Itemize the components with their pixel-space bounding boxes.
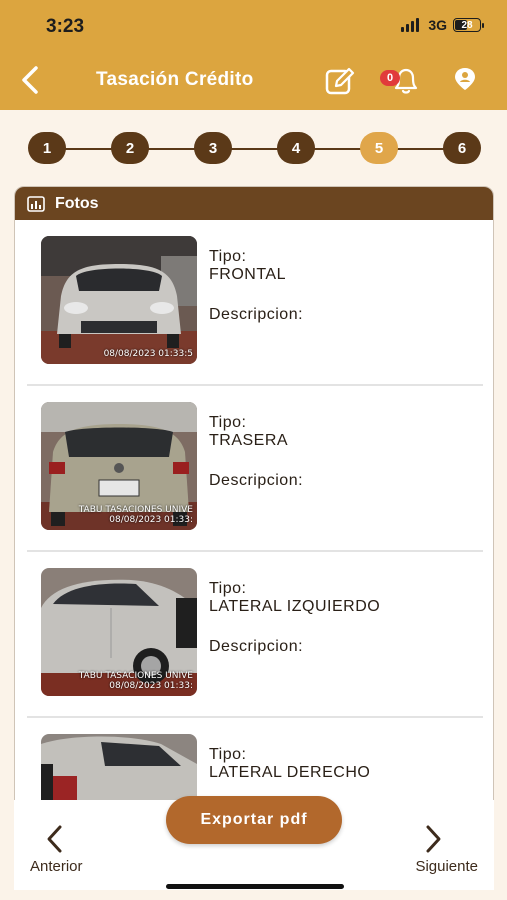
photo-watermark: TABU TASACIONES UNIVE (78, 505, 193, 516)
user-pin-icon (455, 68, 475, 90)
step-5-active[interactable]: 5 (360, 132, 398, 164)
battery-level: 28 (461, 19, 473, 31)
tipo-value: LATERAL IZQUIERDO (209, 598, 381, 615)
edit-button[interactable] (324, 66, 356, 96)
progress-stepper: 1 2 3 4 5 6 (28, 132, 482, 166)
tipo-label: Tipo: (209, 414, 247, 431)
step-1[interactable]: 1 (28, 132, 66, 164)
section-title: Fotos (55, 194, 99, 212)
photo-thumbnail-left[interactable]: TABU TASACIONES UNIVE 08/08/2023 01:33: (41, 568, 197, 696)
photo-item[interactable]: 08/08/2023 01:33:5 Tipo: FRONTAL Descrip… (27, 220, 483, 386)
chart-icon (27, 195, 45, 212)
tipo-value: TRASERA (209, 432, 289, 449)
status-bar: 3:23 3G 28 (0, 0, 507, 52)
home-indicator (166, 884, 344, 889)
photo-item[interactable]: TABU TASACIONES UNIVE 08/08/2023 01:33: T… (27, 552, 483, 718)
descripcion-label: Descripcion: (209, 472, 304, 489)
notification-badge: 0 (380, 70, 400, 86)
export-pdf-button[interactable]: Exportar pdf (166, 796, 342, 844)
app-header: 3:23 3G 28 Tasación Crédito 0 (0, 0, 507, 110)
step-6[interactable]: 6 (443, 132, 481, 164)
step-4[interactable]: 4 (277, 132, 315, 164)
tipo-label: Tipo: (209, 580, 247, 597)
descripcion-label: Descripcion: (209, 638, 304, 655)
page-title: Tasación Crédito (96, 69, 254, 90)
tipo-value: FRONTAL (209, 266, 286, 283)
car-front-image (41, 236, 197, 364)
back-button[interactable] (18, 64, 44, 96)
tipo-label: Tipo: (209, 248, 247, 265)
photos-card-header: Fotos (15, 187, 493, 220)
photo-thumbnail-rear[interactable]: TABU TASACIONES UNIVE 08/08/2023 01:33: (41, 402, 197, 530)
next-button[interactable]: Siguiente (398, 824, 478, 875)
nav-bar: Tasación Crédito 0 (0, 58, 507, 102)
status-indicators: 3G 28 (401, 17, 484, 33)
signal-icon (401, 18, 420, 32)
step-2[interactable]: 2 (111, 132, 149, 164)
notifications-button[interactable]: 0 (378, 66, 420, 96)
user-location-button[interactable] (452, 66, 478, 92)
bottom-navigation: Anterior Exportar pdf Siguiente (14, 796, 494, 890)
step-3[interactable]: 3 (194, 132, 232, 164)
photo-timestamp: 08/08/2023 01:33:5 (103, 349, 193, 360)
network-type: 3G (428, 17, 447, 33)
next-label: Siguiente (415, 858, 478, 875)
descripcion-label: Descripcion: (209, 306, 304, 323)
photo-date: 08/08/2023 01:33: (109, 681, 193, 692)
photo-timestamp: TABU TASACIONES UNIVE 08/08/2023 01:33: (78, 671, 193, 692)
stepper-line (44, 148, 466, 150)
tipo-label: Tipo: (209, 746, 247, 763)
photos-card: Fotos 08/08/2023 01:33:5 Tipo: FRONTAL D… (14, 186, 494, 890)
status-time: 3:23 (46, 16, 85, 37)
photo-item[interactable]: TABU TASACIONES UNIVE 08/08/2023 01:33: T… (27, 386, 483, 552)
chevron-left-icon (22, 66, 38, 94)
chevron-left-icon (47, 825, 62, 853)
photo-date: 08/08/2023 01:33: (109, 515, 193, 526)
photo-thumbnail-front[interactable]: 08/08/2023 01:33:5 (41, 236, 197, 364)
photo-timestamp: TABU TASACIONES UNIVE 08/08/2023 01:33: (78, 505, 193, 526)
chevron-right-icon (426, 825, 441, 853)
previous-label: Anterior (30, 858, 83, 875)
battery-icon: 28 (453, 18, 484, 32)
tipo-value: LATERAL DERECHO (209, 764, 371, 781)
edit-icon (325, 67, 355, 95)
photo-watermark: TABU TASACIONES UNIVE (78, 671, 193, 682)
previous-button[interactable]: Anterior (30, 824, 90, 875)
photo-list: 08/08/2023 01:33:5 Tipo: FRONTAL Descrip… (15, 220, 493, 884)
